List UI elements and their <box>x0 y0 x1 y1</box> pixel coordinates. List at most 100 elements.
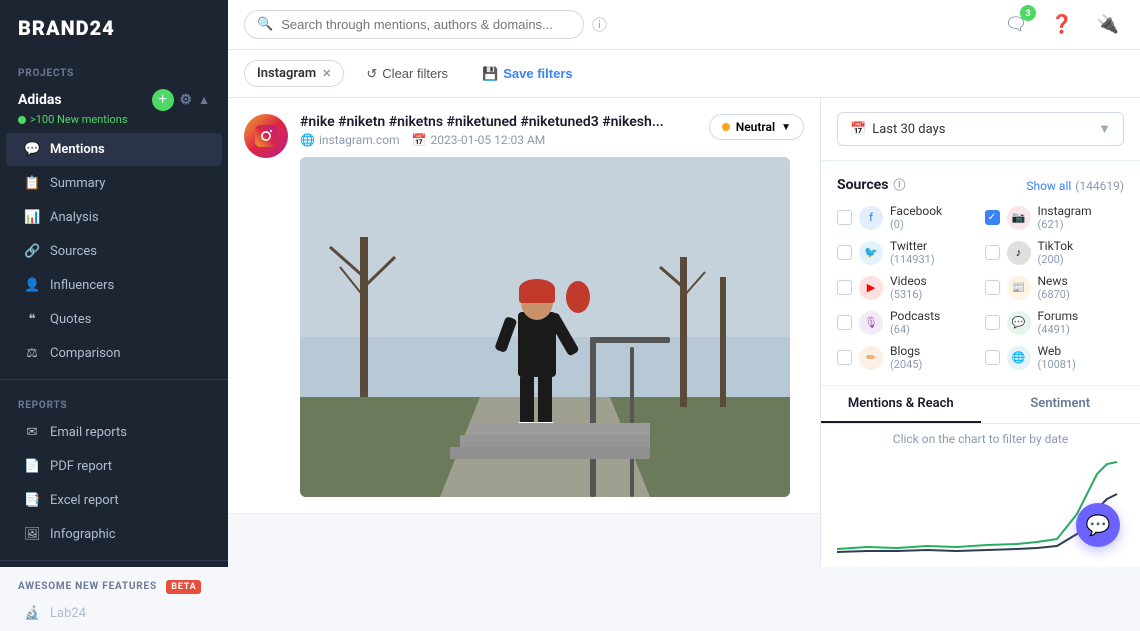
settings-button[interactable]: 🔌 <box>1092 9 1124 41</box>
source-label-instagram: Instagram (621) <box>1038 204 1092 231</box>
search-area: 🔍 ⓘ <box>244 10 664 39</box>
date-filter[interactable]: 📅 Last 30 days ▼ <box>837 112 1124 146</box>
beta-badge: BETA <box>166 580 201 594</box>
source-label-blogs: Blogs (2045) <box>890 344 922 371</box>
filter-tag-label: Instagram <box>257 66 316 81</box>
sources-title: Sources ⓘ <box>837 176 905 193</box>
filter-bar: Instagram ✕ ↺ Clear filters 💾 Save filte… <box>228 50 1140 98</box>
calendar-icon: 📅 <box>850 122 866 137</box>
notifications-button[interactable]: 🗨 3 <box>1000 9 1032 41</box>
question-icon: ❓ <box>1051 14 1073 35</box>
sidebar-item-infographic[interactable]: 🖼 Infographic <box>6 518 222 551</box>
project-status: >100 New mentions <box>18 113 210 126</box>
sidebar-item-pdf-report[interactable]: 📄PDF report <box>6 450 222 483</box>
projects-section-label: PROJECTS <box>0 56 228 83</box>
info-icon: ⓘ <box>592 14 607 35</box>
search-input[interactable] <box>281 17 571 32</box>
save-filters-button[interactable]: 💾 Save filters <box>470 61 585 87</box>
nav-icon-analysis: 📊 <box>24 210 40 225</box>
source-item-podcasts: 🎙 Podcasts (64) <box>837 309 977 336</box>
sidebar-item-email-reports[interactable]: ✉ Email reports <box>6 416 222 449</box>
globe-icon: 🌐 <box>300 133 315 147</box>
source-label-tiktok: TikTok (200) <box>1038 239 1074 266</box>
filter-tag-close-icon[interactable]: ✕ <box>322 67 331 80</box>
sources-section: Sources ⓘ Show all (144619) f Facebook (… <box>821 161 1140 386</box>
instagram-filter-tag[interactable]: Instagram ✕ <box>244 60 344 87</box>
mention-card: #nike #niketn #niketns #niketuned #niket… <box>228 98 820 514</box>
source-checkbox-facebook[interactable] <box>837 210 852 225</box>
nav-label-influencers: Influencers <box>50 278 114 293</box>
mention-source: 🌐 instagram.com <box>300 133 400 147</box>
chat-bubble-button[interactable]: 💬 <box>1076 503 1120 547</box>
right-panel: 📅 Last 30 days ▼ Sources ⓘ Show all (144… <box>820 98 1140 567</box>
nav-label-infographic: Infographic <box>50 527 116 542</box>
tab-mentions-reach[interactable]: Mentions & Reach <box>821 386 981 423</box>
sentiment-label: Neutral <box>736 120 775 134</box>
source-checkbox-videos[interactable] <box>837 280 852 295</box>
sidebar-item-quotes[interactable]: ❝Quotes <box>6 303 222 336</box>
content-area: #nike #niketn #niketns #niketuned #niket… <box>228 98 1140 567</box>
sidebar: BRAND24 PROJECTS Adidas + ⚙ ▲ >100 New m… <box>0 0 228 567</box>
nav-label-summary: Summary <box>50 176 105 191</box>
source-checkbox-twitter[interactable] <box>837 245 852 260</box>
add-project-button[interactable]: + <box>152 89 174 111</box>
source-label-news: News (6870) <box>1038 274 1070 301</box>
chevron-down-icon: ▼ <box>781 122 791 133</box>
plug-icon: 🔌 <box>1097 14 1119 35</box>
source-checkbox-podcasts[interactable] <box>837 315 852 330</box>
source-icon-blogs: ✏ <box>859 346 883 370</box>
sidebar-item-mentions[interactable]: 💬Mentions <box>6 133 222 166</box>
sidebar-item-influencers[interactable]: 👤Influencers <box>6 269 222 302</box>
info-icon: ⓘ <box>893 176 905 193</box>
topbar: 🔍 ⓘ 🗨 3 ❓ 🔌 <box>228 0 1140 50</box>
sidebar-lab: 🔬Lab24 <box>0 596 228 631</box>
sidebar-item-comparison[interactable]: ⚖Comparison <box>6 337 222 370</box>
source-checkbox-tiktok[interactable] <box>985 245 1000 260</box>
mention-title: #nike #niketn #niketns #niketuned #niket… <box>300 114 664 130</box>
sidebar-reports: ✉ Email reports 📄PDF report📑Excel report 🖼 I… <box>0 415 228 552</box>
mention-meta: 🌐 instagram.com 📅 2023-01-05 12:03 AM <box>300 133 664 147</box>
search-input-wrap[interactable]: 🔍 <box>244 10 584 39</box>
mentions-feed: #nike #niketn #niketns #niketuned #niket… <box>228 98 820 567</box>
nav-icon-email-reports: ✉ <box>24 425 40 440</box>
date-filter-label: Last 30 days <box>872 122 945 137</box>
source-checkbox-forums[interactable] <box>985 315 1000 330</box>
sidebar-item-excel-report[interactable]: 📑Excel report <box>6 484 222 517</box>
source-checkbox-instagram[interactable] <box>985 210 1000 225</box>
source-item-web: 🌐 Web (10081) <box>985 344 1125 371</box>
notification-badge: 3 <box>1020 5 1036 21</box>
instagram-source-icon <box>244 114 288 158</box>
chevron-up-icon[interactable]: ▲ <box>198 93 210 107</box>
gear-icon[interactable]: ⚙ <box>180 92 193 108</box>
tab-sentiment[interactable]: Sentiment <box>981 386 1140 423</box>
sidebar-item-lab24[interactable]: 🔬Lab24 <box>6 597 222 630</box>
help-button[interactable]: ❓ <box>1046 9 1078 41</box>
source-item-forums: 💬 Forums (4491) <box>985 309 1125 336</box>
nav-label-analysis: Analysis <box>50 210 99 225</box>
save-icon: 💾 <box>482 66 498 82</box>
reports-section-label: REPORTS <box>0 388 228 415</box>
sidebar-item-summary[interactable]: 📋Summary <box>6 167 222 200</box>
refresh-icon: ↺ <box>366 66 377 82</box>
source-checkbox-news[interactable] <box>985 280 1000 295</box>
source-item-facebook: f Facebook (0) <box>837 204 977 231</box>
sentiment-badge[interactable]: Neutral ▼ <box>709 114 804 140</box>
source-label-facebook: Facebook (0) <box>890 204 942 231</box>
nav-label-email-reports: Email reports <box>50 425 127 440</box>
nav-label-sources: Sources <box>50 244 97 259</box>
source-label-forums: Forums (4491) <box>1038 309 1079 336</box>
source-item-instagram: 📷 Instagram (621) <box>985 204 1125 231</box>
clear-filters-button[interactable]: ↺ Clear filters <box>354 61 460 87</box>
nav-icon-pdf-report: 📄 <box>24 459 40 474</box>
source-checkbox-web[interactable] <box>985 350 1000 365</box>
project-item[interactable]: Adidas + ⚙ ▲ >100 New mentions <box>0 83 228 132</box>
source-checkbox-blogs[interactable] <box>837 350 852 365</box>
source-item-tiktok: ♪ TikTok (200) <box>985 239 1125 266</box>
project-controls: + ⚙ ▲ <box>152 89 210 111</box>
sidebar-item-analysis[interactable]: 📊 Analysis <box>6 201 222 234</box>
nav-icon-infographic: 🖼 <box>24 527 40 542</box>
show-all-link[interactable]: Show all (144619) <box>1026 175 1124 194</box>
nav-icon-mentions: 💬 <box>24 142 40 157</box>
sidebar-item-sources[interactable]: 🔗Sources <box>6 235 222 268</box>
source-icon-web: 🌐 <box>1007 346 1031 370</box>
